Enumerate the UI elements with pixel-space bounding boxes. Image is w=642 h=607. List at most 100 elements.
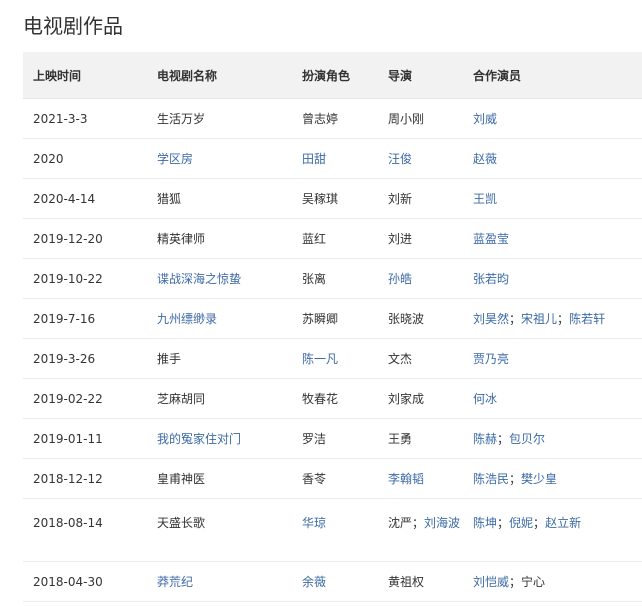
director-text: 张晓波 [388,312,425,326]
role-link[interactable]: 田甜 [302,152,326,166]
drama-title-cell: 莽荒纪 [147,561,292,602]
table-row: 2018-04-30 莽荒纪 余薇 黄祖权 刘恺威；宁心 [23,561,642,602]
director-cell: 孙皓 [378,258,463,299]
role-text: 蓝红 [302,232,327,246]
director-text: 刘进 [388,232,413,246]
release-date-cell: 2019-02-22 [23,378,147,419]
role-cell: 蓝红 [292,218,378,259]
director-text: 周小刚 [388,112,425,126]
table-row: 2020 学区房 田甜 汪俊 赵薇 [23,138,642,179]
column-header-director: 导演 [378,52,463,99]
costar-link[interactable]: 王凯 [473,192,497,206]
costar-cell: 陈赫；包贝尔 [463,418,642,459]
table-row: 2019-3-26 推手 陈一凡 文杰 贾乃亮 [23,338,642,379]
costar-link[interactable]: 刘恺威 [473,575,509,589]
costar-link[interactable]: 张若昀 [473,272,509,286]
drama-title-link[interactable]: 学区房 [157,152,193,166]
director-link[interactable]: 李翰韬 [388,472,424,486]
release-date-cell: 2019-3-26 [23,338,147,379]
director-cell: 沈严；刘海波 [378,498,463,562]
costar-link[interactable]: 刘昊然 [473,312,509,326]
director-cell: 刘新 [378,178,463,219]
drama-title-text: 天盛长歌 [157,516,206,530]
costar-cell: 刘恺威；宁心 [463,561,642,602]
tv-works-table-container: 上映时间 电视剧名称 扮演角色 导演 合作演员 2021-3-3 生活万岁 曾志婷 周… [23,52,642,602]
director-text: 沈严 [388,516,413,530]
costar-link[interactable]: 蓝盈莹 [473,232,509,246]
role-link[interactable]: 华琼 [302,516,326,530]
role-text: 牧春花 [302,392,339,406]
director-cell: 刘家成 [378,378,463,419]
director-text: 刘新 [388,192,413,206]
separator: ； [557,312,570,326]
role-link[interactable]: 陈一凡 [302,352,338,366]
table-row: 2018-08-14 天盛长歌 华琼 沈严；刘海波 陈坤；倪妮；赵立新 [23,498,642,562]
costar-link[interactable]: 赵薇 [473,152,497,166]
release-date-cell: 2019-12-20 [23,218,147,259]
table-row: 2018-12-12 皇甫神医 香苓 李翰韬 陈浩民；樊少皇 [23,458,642,499]
release-date-cell: 2019-01-11 [23,418,147,459]
director-cell: 王勇 [378,418,463,459]
costar-link[interactable]: 倪妮 [509,516,533,530]
role-cell: 华琼 [292,498,378,562]
release-date-cell: 2019-7-16 [23,298,147,339]
costar-cell: 张若昀 [463,258,642,299]
table-row: 2019-12-20 精英律师 蓝红 刘进 蓝盈莹 [23,218,642,259]
table-row: 2021-3-3 生活万岁 曾志婷 周小刚 刘威 [23,98,642,139]
release-date-cell: 2020 [23,138,147,179]
role-cell: 苏瞬卿 [292,298,378,339]
costar-link[interactable]: 陈浩民 [473,472,509,486]
costar-link[interactable]: 贾乃亮 [473,352,509,366]
drama-title-cell: 九州缥缈录 [147,298,292,339]
role-text: 张离 [302,272,327,286]
costar-cell: 蓝盈莹 [463,218,642,259]
director-text: 刘家成 [388,392,425,406]
costar-link[interactable]: 陈坤 [473,516,497,530]
drama-title-link[interactable]: 莽荒纪 [157,575,193,589]
costar-link[interactable]: 陈若轩 [569,312,605,326]
drama-title-cell: 学区房 [147,138,292,179]
drama-title-link[interactable]: 九州缥缈录 [157,312,217,326]
table-header: 上映时间 电视剧名称 扮演角色 导演 合作演员 [23,52,642,99]
director-link[interactable]: 汪俊 [388,152,412,166]
tv-works-table: 上映时间 电视剧名称 扮演角色 导演 合作演员 2021-3-3 生活万岁 曾志婷 周… [23,52,642,602]
drama-title-text: 生活万岁 [157,112,206,126]
drama-title-link[interactable]: 谍战深海之惊蛰 [157,272,241,286]
director-link[interactable]: 刘海波 [424,516,460,530]
director-cell: 汪俊 [378,138,463,179]
director-cell: 刘进 [378,218,463,259]
director-link[interactable]: 孙皓 [388,272,412,286]
drama-title-cell: 天盛长歌 [147,498,292,562]
separator: ； [412,516,425,530]
role-text: 苏瞬卿 [302,312,339,326]
costar-link[interactable]: 赵立新 [545,516,581,530]
table-body: 2021-3-3 生活万岁 曾志婷 周小刚 刘威 2020 学区房 田甜 汪俊 赵薇 2020-4-… [23,98,642,602]
table-row: 2019-10-22 谍战深海之惊蛰 张离 孙皓 张若昀 [23,258,642,299]
table-row: 2019-02-22 芝麻胡同 牧春花 刘家成 何冰 [23,378,642,419]
role-cell: 曾志婷 [292,98,378,139]
separator: ； [533,516,546,530]
column-header-costars: 合作演员 [463,52,642,99]
costar-link[interactable]: 陈赫 [473,432,497,446]
drama-title-link[interactable]: 我的冤家住对门 [157,432,241,446]
separator: ； [509,472,522,486]
role-link[interactable]: 余薇 [302,575,326,589]
costar-link[interactable]: 何冰 [473,392,497,406]
role-cell: 牧春花 [292,378,378,419]
director-text: 王勇 [388,432,413,446]
costar-link[interactable]: 刘威 [473,112,497,126]
drama-title-cell: 推手 [147,338,292,379]
drama-title-cell: 我的冤家住对门 [147,418,292,459]
director-cell: 文杰 [378,338,463,379]
costar-link[interactable]: 包贝尔 [509,432,545,446]
costar-link[interactable]: 宋祖儿 [521,312,557,326]
costar-cell: 陈坤；倪妮；赵立新 [463,498,642,562]
table-row: 2020-4-14 猎狐 吴稼琪 刘新 王凯 [23,178,642,219]
role-cell: 陈一凡 [292,338,378,379]
role-cell: 香苓 [292,458,378,499]
column-header-drama-title: 电视剧名称 [147,52,292,99]
table-row: 2019-01-11 我的冤家住对门 罗洁 王勇 陈赫；包贝尔 [23,418,642,459]
drama-title-text: 推手 [157,352,182,366]
drama-title-cell: 生活万岁 [147,98,292,139]
costar-link[interactable]: 樊少皇 [521,472,557,486]
